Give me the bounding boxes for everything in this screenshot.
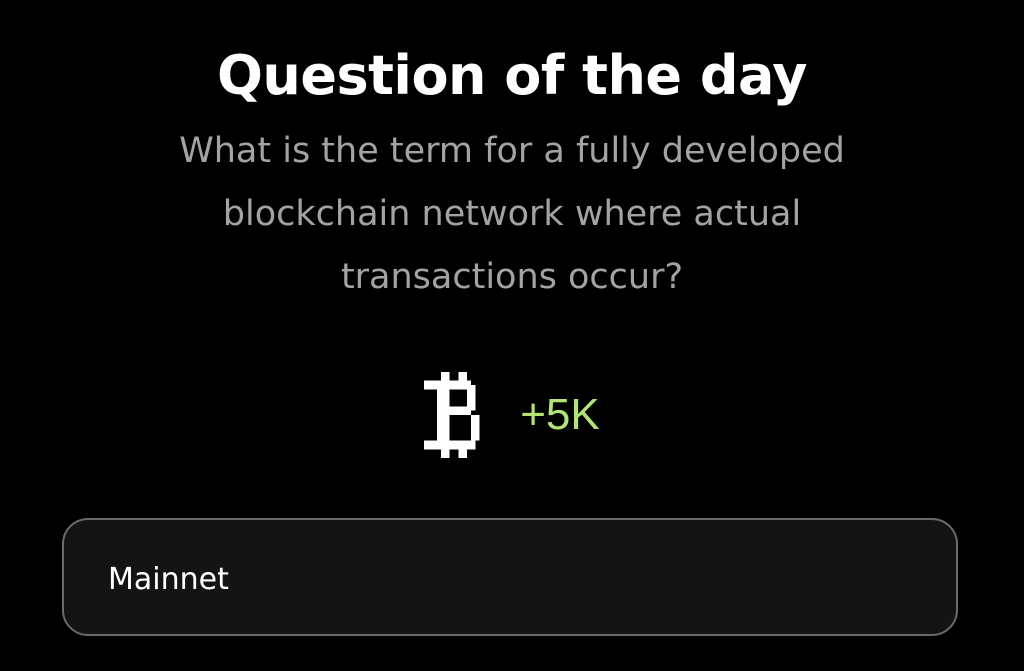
- page-title: Question of the day: [217, 44, 807, 107]
- answer-field-container[interactable]: [62, 518, 958, 636]
- bitcoin-icon: [424, 372, 480, 458]
- question-text: What is the term for a fully developed b…: [179, 131, 845, 297]
- answer-input[interactable]: [108, 556, 908, 602]
- reward-row: +5K: [0, 370, 1024, 460]
- reward-amount: +5K: [520, 390, 600, 439]
- question-of-the-day-screen: Question of the day What is the term for…: [0, 0, 1024, 671]
